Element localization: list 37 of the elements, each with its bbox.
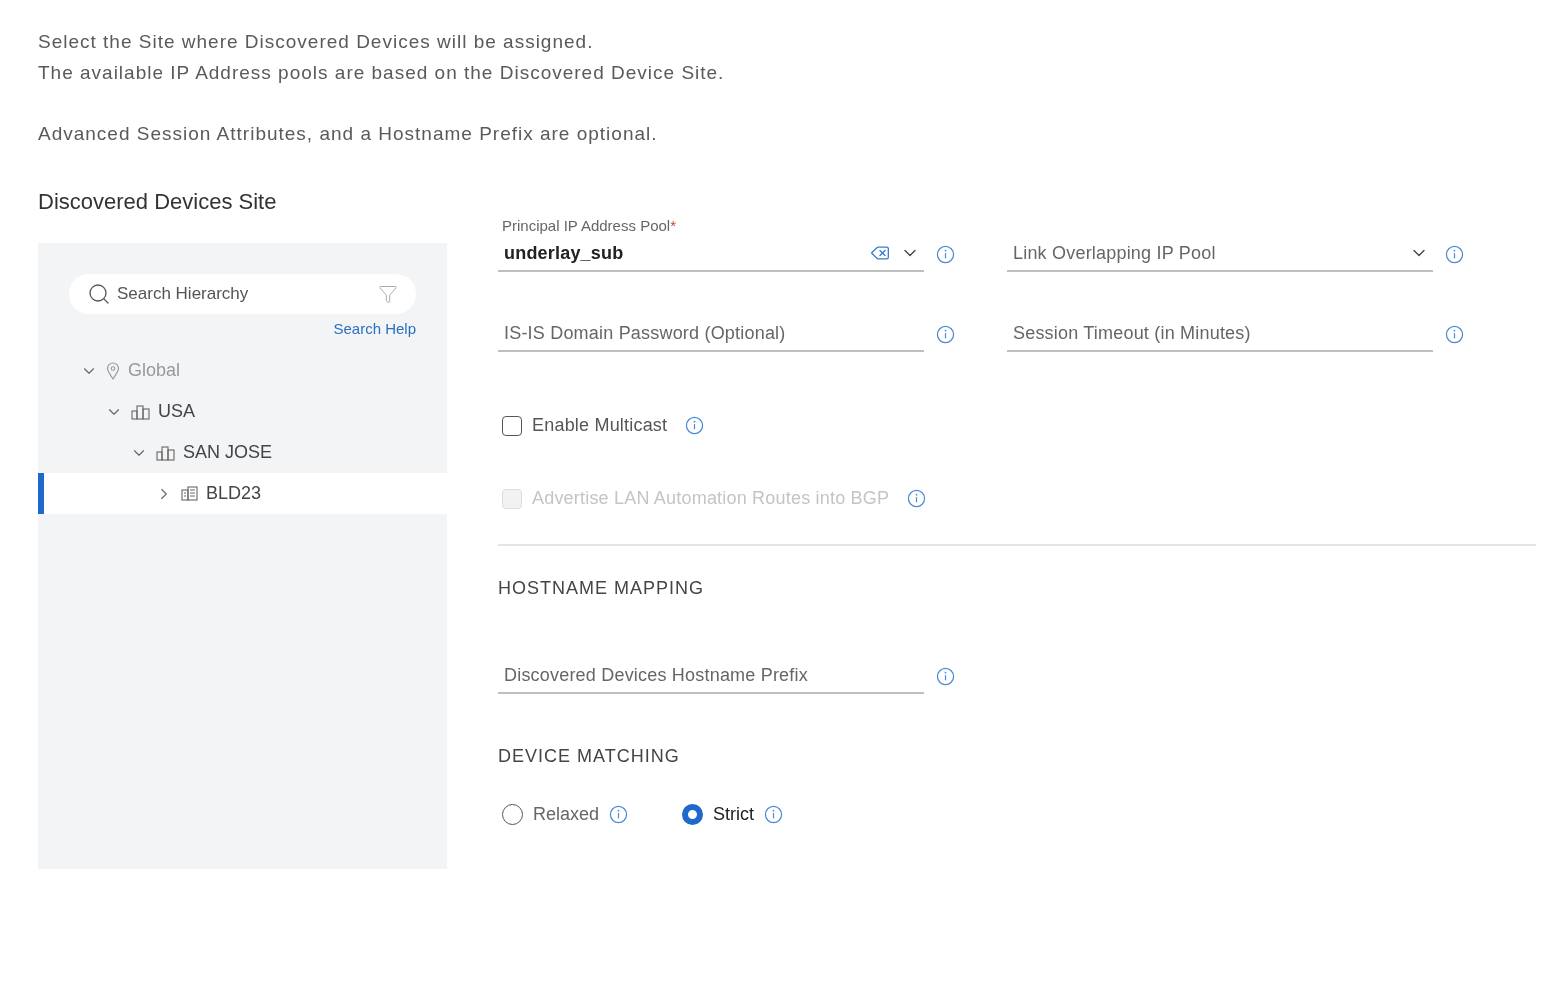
info-icon[interactable] xyxy=(764,805,784,824)
checkbox-label: Enable Multicast xyxy=(532,415,668,436)
dropdown-field[interactable]: Link Overlapping IP Pool xyxy=(1011,241,1399,265)
info-icon[interactable] xyxy=(1445,324,1464,344)
building-icon xyxy=(181,486,198,501)
input-field[interactable]: IS-IS Domain Password (Optional) xyxy=(502,321,920,345)
info-icon[interactable] xyxy=(936,244,955,264)
info-icon[interactable] xyxy=(936,666,955,686)
field-label: Principal IP Address Pool* xyxy=(502,217,677,234)
info-icon[interactable] xyxy=(609,805,629,824)
search-icon xyxy=(87,282,111,306)
buildings-icon xyxy=(156,444,175,461)
info-icon[interactable] xyxy=(685,416,705,435)
info-icon[interactable] xyxy=(1445,244,1464,264)
location-pin-icon xyxy=(106,361,120,380)
input-field[interactable]: Discovered Devices Hostname Prefix xyxy=(502,663,920,687)
radio-label: Strict xyxy=(713,804,755,825)
search-field[interactable]: Search Hierarchy xyxy=(69,274,416,314)
section-heading: DEVICE MATCHING xyxy=(498,746,681,767)
filter-icon[interactable] xyxy=(378,284,398,304)
search-help-link[interactable]: Search Help xyxy=(333,320,416,337)
instruction-text: The available IP Address pools are based on the Discovered Device Site. xyxy=(38,61,726,85)
section-title: Discovered Devices Site xyxy=(38,189,278,216)
checkbox-label: Advertise LAN Automation Routes into BGP xyxy=(532,488,890,509)
buildings-icon xyxy=(131,403,150,420)
info-icon[interactable] xyxy=(907,489,927,508)
input-field[interactable]: Session Timeout (in Minutes) xyxy=(1011,321,1429,345)
radio-button[interactable] xyxy=(682,804,704,825)
radio-button[interactable] xyxy=(502,804,523,825)
search-input[interactable]: Search Hierarchy xyxy=(115,283,374,305)
section-heading: HOSTNAME MAPPING xyxy=(498,578,706,599)
checkbox[interactable] xyxy=(502,415,522,436)
dropdown-field[interactable]: underlay_sub xyxy=(502,241,860,265)
instruction-text: Advanced Session Attributes, and a Hostname Prefix are optional. xyxy=(38,122,659,146)
radio-label: Relaxed xyxy=(533,804,600,825)
instruction-text: Select the Site where Discovered Devices will be assigned. xyxy=(38,30,595,54)
info-icon[interactable] xyxy=(936,324,955,344)
